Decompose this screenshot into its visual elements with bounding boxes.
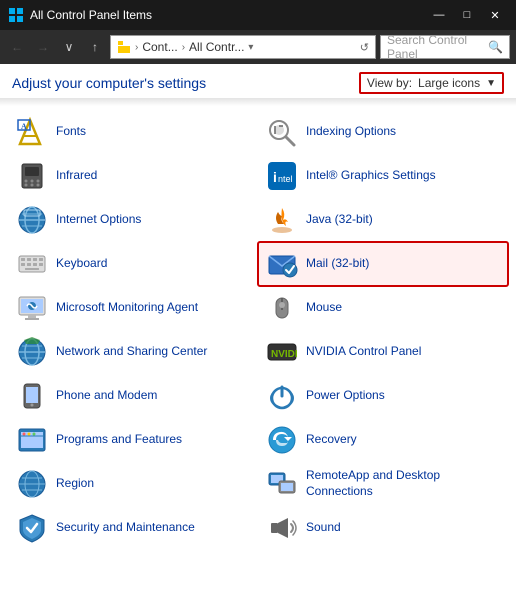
remote-label: RemoteApp and Desktop Connections bbox=[306, 468, 500, 499]
items-grid: A Fonts Indexing Options Infrared i ntel… bbox=[0, 110, 516, 550]
indexing-icon bbox=[266, 116, 298, 148]
phone-icon bbox=[16, 380, 48, 412]
fade-indicator bbox=[0, 98, 516, 106]
network-icon bbox=[16, 336, 48, 368]
nvidia-icon: NVIDIA bbox=[266, 336, 298, 368]
view-by-selector[interactable]: View by: Large icons ▼ bbox=[359, 72, 504, 94]
control-item-security[interactable]: Security and Maintenance bbox=[8, 506, 258, 550]
search-placeholder: Search Control Panel bbox=[387, 33, 484, 61]
control-item-keyboard[interactable]: Keyboard bbox=[8, 242, 258, 286]
window-title: All Control Panel Items bbox=[30, 8, 426, 22]
infrared-label: Infrared bbox=[56, 168, 97, 184]
java-label: Java (32-bit) bbox=[306, 212, 373, 228]
content-header: Adjust your computer's settings View by:… bbox=[0, 64, 516, 98]
power-icon bbox=[266, 380, 298, 412]
recovery-label: Recovery bbox=[306, 432, 357, 448]
control-item-indexing[interactable]: Indexing Options bbox=[258, 110, 508, 154]
monitoring-icon bbox=[16, 292, 48, 324]
programs-label: Programs and Features bbox=[56, 432, 182, 448]
phone-label: Phone and Modem bbox=[56, 388, 157, 404]
control-item-intel[interactable]: i ntel Intel® Graphics Settings bbox=[258, 154, 508, 198]
fonts-label: Fonts bbox=[56, 124, 86, 140]
control-item-java[interactable]: Java (32-bit) bbox=[258, 198, 508, 242]
view-by-value: Large icons bbox=[418, 76, 480, 90]
forward-button[interactable]: → bbox=[32, 36, 54, 58]
svg-text:NVIDIA: NVIDIA bbox=[271, 349, 298, 360]
items-container[interactable]: A Fonts Indexing Options Infrared i ntel… bbox=[0, 106, 516, 597]
close-button[interactable]: ✕ bbox=[482, 5, 508, 25]
nvidia-label: NVIDIA Control Panel bbox=[306, 344, 421, 360]
address-bar: ← → ∨ ↑ › Cont... › All Contr... ▾ ↺ Sea… bbox=[0, 30, 516, 64]
view-by-label: View by: bbox=[367, 76, 412, 90]
minimize-button[interactable]: — bbox=[426, 5, 452, 25]
refresh-button[interactable]: ↺ bbox=[360, 41, 369, 54]
main-content: Adjust your computer's settings View by:… bbox=[0, 64, 516, 597]
internet-label: Internet Options bbox=[56, 212, 141, 228]
internet-icon bbox=[16, 204, 48, 236]
svg-text:A: A bbox=[21, 122, 27, 131]
svg-text:ntel: ntel bbox=[278, 174, 293, 184]
mouse-icon bbox=[266, 292, 298, 324]
control-item-infrared[interactable]: Infrared bbox=[8, 154, 258, 198]
svg-text:i: i bbox=[273, 169, 277, 185]
search-icon: 🔍 bbox=[488, 40, 503, 54]
page-title: Adjust your computer's settings bbox=[12, 75, 206, 91]
monitoring-label: Microsoft Monitoring Agent bbox=[56, 300, 198, 316]
infrared-icon bbox=[16, 160, 48, 192]
power-label: Power Options bbox=[306, 388, 385, 404]
control-item-programs[interactable]: Programs and Features bbox=[8, 418, 258, 462]
control-item-recovery[interactable]: Recovery bbox=[258, 418, 508, 462]
back-button[interactable]: ← bbox=[6, 36, 28, 58]
java-icon bbox=[266, 204, 298, 236]
control-item-fonts[interactable]: A Fonts bbox=[8, 110, 258, 154]
view-dropdown-arrow: ▼ bbox=[486, 78, 496, 89]
sound-label: Sound bbox=[306, 520, 341, 536]
control-item-mail[interactable]: Mail (32-bit) bbox=[258, 242, 508, 286]
path-arrow-1: › bbox=[135, 42, 138, 53]
keyboard-label: Keyboard bbox=[56, 256, 107, 272]
network-label: Network and Sharing Center bbox=[56, 344, 207, 360]
window-icon bbox=[8, 7, 24, 23]
title-bar: All Control Panel Items — □ ✕ bbox=[0, 0, 516, 30]
restore-button[interactable]: □ bbox=[454, 5, 480, 25]
security-label: Security and Maintenance bbox=[56, 520, 195, 536]
path-segment-2: All Contr... bbox=[189, 40, 244, 54]
control-item-network[interactable]: Network and Sharing Center bbox=[8, 330, 258, 374]
recovery-icon bbox=[266, 424, 298, 456]
up-button[interactable]: ↑ bbox=[84, 36, 106, 58]
keyboard-icon bbox=[16, 248, 48, 280]
control-item-internet[interactable]: Internet Options bbox=[8, 198, 258, 242]
mail-label: Mail (32-bit) bbox=[306, 256, 369, 272]
control-item-remote[interactable]: RemoteApp and Desktop Connections bbox=[258, 462, 508, 506]
intel-label: Intel® Graphics Settings bbox=[306, 168, 436, 184]
path-arrow-2: › bbox=[182, 42, 185, 53]
control-item-nvidia[interactable]: NVIDIA NVIDIA Control Panel bbox=[258, 330, 508, 374]
remote-icon bbox=[266, 468, 298, 500]
address-path[interactable]: › Cont... › All Contr... ▾ ↺ bbox=[110, 35, 376, 59]
dropdown-button[interactable]: ∨ bbox=[58, 36, 80, 58]
path-dropdown-arrow: ▾ bbox=[248, 42, 253, 53]
control-item-sound[interactable]: Sound bbox=[258, 506, 508, 550]
region-label: Region bbox=[56, 476, 94, 492]
security-icon bbox=[16, 512, 48, 544]
sound-icon bbox=[266, 512, 298, 544]
path-segment-1: Cont... bbox=[142, 40, 177, 54]
region-icon bbox=[16, 468, 48, 500]
control-item-monitoring[interactable]: Microsoft Monitoring Agent bbox=[8, 286, 258, 330]
control-item-phone[interactable]: Phone and Modem bbox=[8, 374, 258, 418]
control-item-mouse[interactable]: Mouse bbox=[258, 286, 508, 330]
path-icon bbox=[117, 40, 131, 54]
mouse-label: Mouse bbox=[306, 300, 342, 316]
search-box[interactable]: Search Control Panel 🔍 bbox=[380, 35, 510, 59]
control-item-region[interactable]: Region bbox=[8, 462, 258, 506]
mail-icon bbox=[266, 248, 298, 280]
fonts-icon: A bbox=[16, 116, 48, 148]
control-item-power[interactable]: Power Options bbox=[258, 374, 508, 418]
window-controls: — □ ✕ bbox=[426, 5, 508, 25]
intel-icon: i ntel bbox=[266, 160, 298, 192]
programs-icon bbox=[16, 424, 48, 456]
indexing-label: Indexing Options bbox=[306, 124, 396, 140]
